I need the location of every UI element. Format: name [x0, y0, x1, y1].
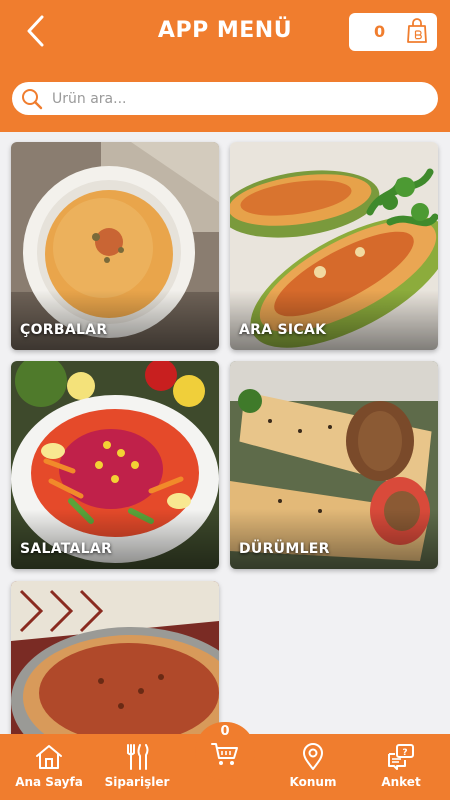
shopping-cart-icon — [211, 743, 238, 765]
category-label: DÜRÜMLER — [239, 541, 330, 557]
card-shade — [11, 509, 219, 569]
nav-label-survey: Anket — [381, 775, 421, 789]
category-label: ÇORBALAR — [20, 322, 108, 338]
category-card-salatalar[interactable]: SALATALAR — [11, 361, 219, 569]
app-header: APP MENÜ 0 — [0, 0, 450, 132]
svg-text:?: ? — [402, 748, 407, 758]
nav-label-orders: Siparişler — [104, 775, 170, 789]
category-card-ara-sicak[interactable]: ARA SICAK — [230, 142, 438, 350]
nav-label-location: Konum — [289, 775, 337, 789]
location-pin-icon — [303, 743, 323, 770]
category-label: SALATALAR — [20, 541, 113, 557]
survey-chat-icon: ? — [388, 744, 414, 770]
card-shade — [11, 290, 219, 350]
nav-item-location[interactable]: Konum — [276, 734, 350, 800]
shopping-bag-icon — [407, 18, 427, 43]
card-shade — [230, 509, 438, 569]
search-bar — [12, 82, 438, 115]
search-input[interactable] — [52, 86, 422, 111]
header-cart-button[interactable]: 0 — [349, 13, 437, 51]
search-icon[interactable] — [20, 87, 44, 111]
home-icon — [36, 745, 62, 769]
category-card-corbalar[interactable]: ÇORBALAR — [11, 142, 219, 350]
nav-label-home: Ana Sayfa — [15, 775, 83, 789]
header-cart-count: 0 — [374, 22, 386, 41]
nav-item-orders[interactable]: Siparişler — [100, 734, 174, 800]
category-card-durumler[interactable]: DÜRÜMLER — [230, 361, 438, 569]
bottom-cart-count: 0 — [220, 724, 230, 739]
card-shade — [230, 290, 438, 350]
category-label: ARA SICAK — [239, 322, 327, 338]
bottom-cart-button[interactable]: 0 — [195, 722, 255, 780]
nav-item-home[interactable]: Ana Sayfa — [12, 734, 86, 800]
cutlery-icon — [127, 744, 149, 770]
nav-item-survey[interactable]: ? Anket — [364, 734, 438, 800]
